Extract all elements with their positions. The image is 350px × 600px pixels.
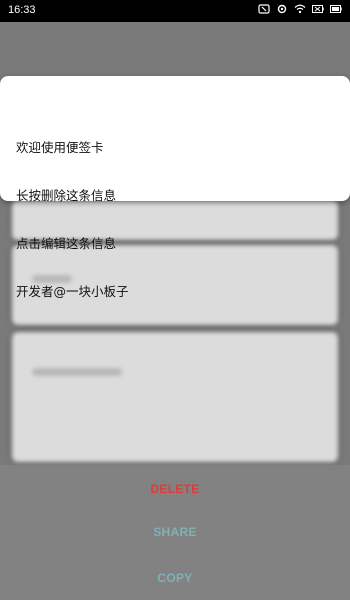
note-line: 欢迎使用便签卡 [16, 140, 104, 155]
settings-icon [276, 3, 288, 15]
nfc-icon [258, 3, 270, 15]
copy-button[interactable]: COPY [0, 571, 350, 585]
note-line: 长按删除这条信息 [16, 188, 117, 203]
note-card[interactable] [12, 332, 338, 462]
share-button[interactable]: SHARE [0, 525, 350, 539]
note-line: 开发者@一块小板子 [16, 284, 129, 299]
wifi-icon [294, 3, 306, 15]
delete-button[interactable]: DELETE [0, 482, 350, 496]
battery-icon [330, 3, 342, 15]
status-bar: 16:33 [0, 0, 350, 22]
note-line: 点击编辑这条信息 [16, 236, 117, 251]
action-sheet: DELETE SHARE COPY [0, 465, 350, 600]
note-text: 欢迎使用便签卡 长按删除这条信息 点击编辑这条信息 开发者@一块小板子 [16, 108, 129, 332]
status-time: 16:33 [8, 4, 36, 16]
note-card-popup[interactable]: 欢迎使用便签卡 长按删除这条信息 点击编辑这条信息 开发者@一块小板子 [0, 76, 350, 299]
status-icons [258, 3, 342, 15]
battery-x-icon [312, 3, 324, 15]
